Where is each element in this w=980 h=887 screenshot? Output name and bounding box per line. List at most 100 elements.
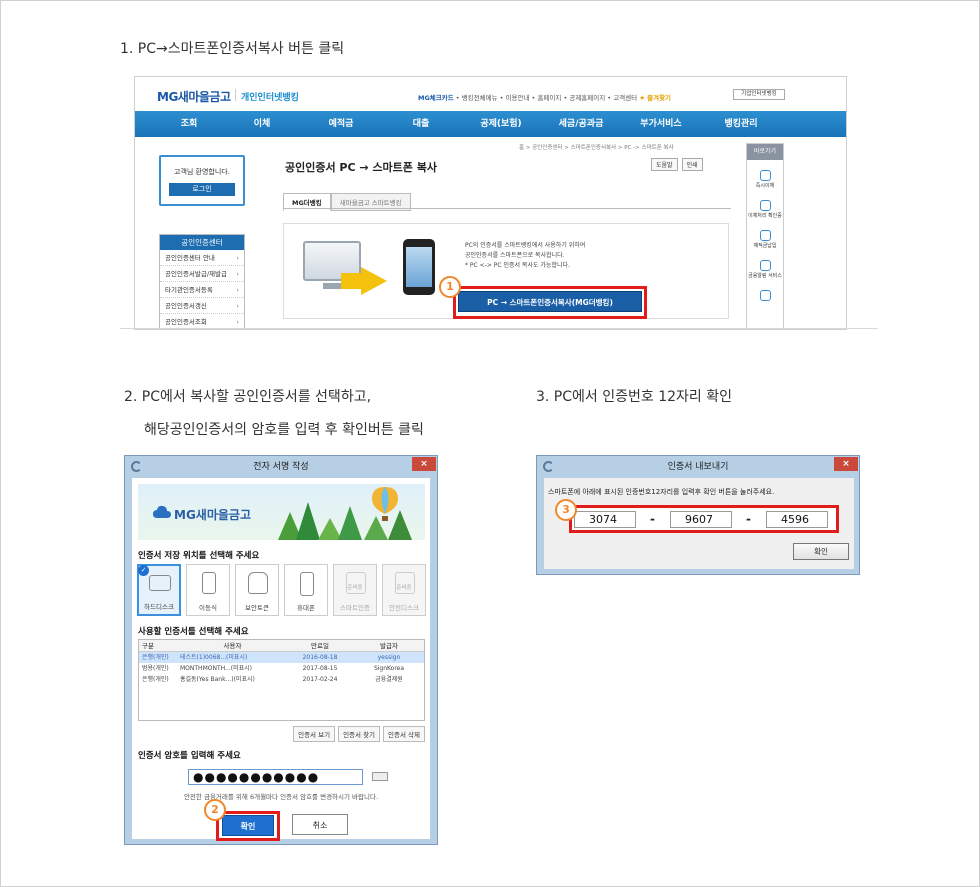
quick-item-label: 금융알림 서비스 [748, 273, 782, 279]
step2-label-line1: 2. PC에서 복사할 공인인증서를 선택하고, [124, 389, 372, 405]
nav-deposit[interactable]: 예적금 [301, 111, 381, 137]
column-header: 발급자 [380, 642, 398, 650]
top-link-guide[interactable]: 이용안내 [506, 94, 530, 102]
find-cert-button[interactable]: 인증서 찾기 [338, 726, 381, 742]
site-logo[interactable]: MG새마을금고 [157, 88, 231, 105]
side-menu-item-renew[interactable]: 공인인증서갱신 [160, 298, 244, 314]
table-row[interactable]: 은행(개인) 홍길동(Yes Bank...)(미표시) 2017-02-24 … [139, 674, 424, 685]
quick-item-more[interactable] [747, 290, 783, 301]
quick-menu-header: 바로가기 [747, 144, 783, 160]
phone-illustration [403, 239, 435, 295]
mobile-phone-icon [300, 572, 314, 596]
tree-decoration [364, 516, 388, 540]
cell-issuer: SignKorea [373, 665, 405, 672]
location-security-token[interactable]: 보안토큰 [235, 564, 279, 616]
help-button[interactable]: 도움말 [651, 158, 678, 171]
location-caption: 안전디스크 [389, 604, 419, 612]
cloud-logo-icon [153, 505, 171, 518]
location-hard-disk[interactable]: ✓ 하드디스크 [137, 564, 181, 616]
top-link-favorites[interactable]: 즐겨찾기 [647, 94, 671, 102]
location-caption: 하드디스크 [144, 603, 174, 611]
greeting-text: 고객님 환영합니다. [174, 168, 230, 176]
location-mobile[interactable]: 휴대폰 [284, 564, 328, 616]
quick-item-alert[interactable]: 금융알림 서비스 [747, 260, 783, 280]
arrow-illustration-bar [341, 273, 363, 289]
tree-decoration [338, 506, 362, 540]
code-field-1[interactable]: 3074 [574, 511, 636, 528]
desc-line: * PC <-> PC 인증서 복사도 가능합니다. [465, 262, 570, 269]
login-box: 고객님 환영합니다. 로그인 [159, 155, 245, 206]
section-divider [120, 328, 878, 329]
quick-item-confirm[interactable]: 이체처리 확인증 [747, 200, 783, 220]
cell-user: MONTHMONTH...(미표시) [180, 665, 252, 672]
table-row[interactable]: 은행(개인) 테스트(1)0068...(미표시) 2016-08-18 yes… [139, 652, 424, 663]
nav-manage[interactable]: 뱅킹관리 [701, 111, 781, 137]
side-menu-item-issue[interactable]: 공인인증서발급/재발급 [160, 266, 244, 282]
code-field-2[interactable]: 9607 [670, 511, 732, 528]
login-button[interactable]: 로그인 [169, 183, 235, 196]
location-options: ✓ 하드디스크 이동식 보안토큰 휴대폰 준비중 스마트인증 준비중 안전디스크 [137, 564, 426, 616]
close-button[interactable]: × [834, 457, 858, 471]
top-link-check-card[interactable]: MG체크카드 [418, 94, 454, 102]
banner: MG새마을금고 [138, 484, 425, 540]
location-smart-cert: 준비중 스마트인증 [333, 564, 377, 616]
top-link-insurance[interactable]: 공제홈페이지 [569, 94, 605, 102]
desc-line: PC의 인증서를 스마트뱅킹에서 사용하기 위하여 [465, 242, 586, 249]
location-disabled-caption: 준비중 [347, 585, 363, 591]
top-link-menu[interactable]: 뱅킹전체메뉴 [462, 94, 498, 102]
check-icon: ✓ [138, 565, 149, 576]
sign-dialog: 전자 서명 작성 × MG새마을금고 인증서 저장 위치를 선택해 주세요 ✓ [124, 455, 438, 845]
tree-decoration [388, 510, 412, 540]
lock-icon [759, 290, 771, 301]
location-removable[interactable]: 이동식 [186, 564, 230, 616]
location-safe-disk: 준비중 안전디스크 [382, 564, 426, 616]
quick-item-transfer[interactable]: 즉시이체 [747, 170, 783, 190]
page-title: 공인인증서 PC → 스마트폰 복사 [285, 161, 437, 174]
nav-extra[interactable]: 부가서비스 [621, 111, 701, 137]
print-button[interactable]: 인쇄 [681, 158, 703, 171]
delete-cert-button[interactable]: 인증서 삭제 [383, 726, 425, 742]
nav-inquiry[interactable]: 조회 [155, 111, 223, 137]
top-link-home[interactable]: 홈페이지 [537, 94, 561, 102]
pc-to-smartphone-copy-button[interactable]: PC → 스마트폰인증서복사(MG더뱅킹) [458, 291, 642, 312]
cert-table: 구분 사용자 만료일 발급자 은행(개인) 테스트(1)0068...(미표시)… [138, 639, 425, 721]
nav-tax[interactable]: 세금/공과금 [541, 111, 621, 137]
quick-item-deposit[interactable]: 예적금납입 [747, 230, 783, 250]
close-button[interactable]: × [412, 457, 436, 471]
cell-kind: 범용(개인) [142, 665, 169, 672]
top-link-support[interactable]: 고객센터 [613, 94, 637, 102]
code-field-3[interactable]: 4596 [766, 511, 828, 528]
side-menu-item-guide[interactable]: 공인인증센터 안내 [160, 250, 244, 266]
help-print-group: 도움말 인쇄 [651, 158, 703, 171]
keyboard-icon[interactable] [372, 772, 388, 781]
monitor-icon [149, 575, 171, 591]
location-caption: 이동식 [199, 604, 217, 612]
code-separator: - [650, 512, 655, 526]
side-menu-item-register[interactable]: 타기관인증서등록 [160, 282, 244, 298]
cell-user: 테스트(1)0068...(미표시) [180, 654, 248, 661]
ok-button[interactable]: 확인 [222, 815, 274, 836]
export-dialog: 인증서 내보내기 × 스마트폰에 아래에 표시된 인증번호12자리를 입력후 확… [536, 455, 860, 575]
usb-icon [202, 572, 216, 594]
step3-label: 3. PC에서 인증번호 12자리 확인 [536, 389, 732, 405]
location-caption: 스마트인증 [340, 604, 370, 612]
nav-transfer[interactable]: 이체 [223, 111, 301, 137]
cert-action-buttons: 인증서 보기 인증서 찾기 인증서 삭제 [293, 726, 425, 742]
nav-loan[interactable]: 대출 [381, 111, 461, 137]
password-label: 인증서 암호를 입력해 주세요 [138, 751, 241, 761]
banner-logo: MG새마을금고 [174, 508, 251, 522]
ok-button[interactable]: 확인 [793, 543, 849, 560]
table-row[interactable]: 범용(개인) MONTHMONTH...(미표시) 2017-08-15 Sig… [139, 663, 424, 674]
view-cert-button[interactable]: 인증서 보기 [293, 726, 336, 742]
site-select[interactable]: 기업인터넷뱅킹 [733, 89, 785, 100]
cancel-button[interactable]: 취소 [292, 814, 348, 835]
site-header: MG새마을금고 개인인터넷뱅킹 MG체크카드 • 뱅킹전체메뉴 • 이용안내 •… [135, 77, 846, 111]
cell-kind: 은행(개인) [142, 676, 169, 683]
password-input[interactable]: ●●●●●●●●●●● [188, 769, 363, 785]
cell-issuer: 금융결제원 [375, 676, 403, 683]
main-nav: 조회 이체 예적금 대출 공제(보험) 세금/공과금 부가서비스 뱅킹관리 [135, 111, 846, 137]
star-icon: ★ [639, 94, 646, 102]
cell-expiry: 2016-08-18 [302, 654, 338, 661]
nav-insurance[interactable]: 공제(보험) [461, 111, 541, 137]
column-header: 만료일 [311, 642, 329, 650]
